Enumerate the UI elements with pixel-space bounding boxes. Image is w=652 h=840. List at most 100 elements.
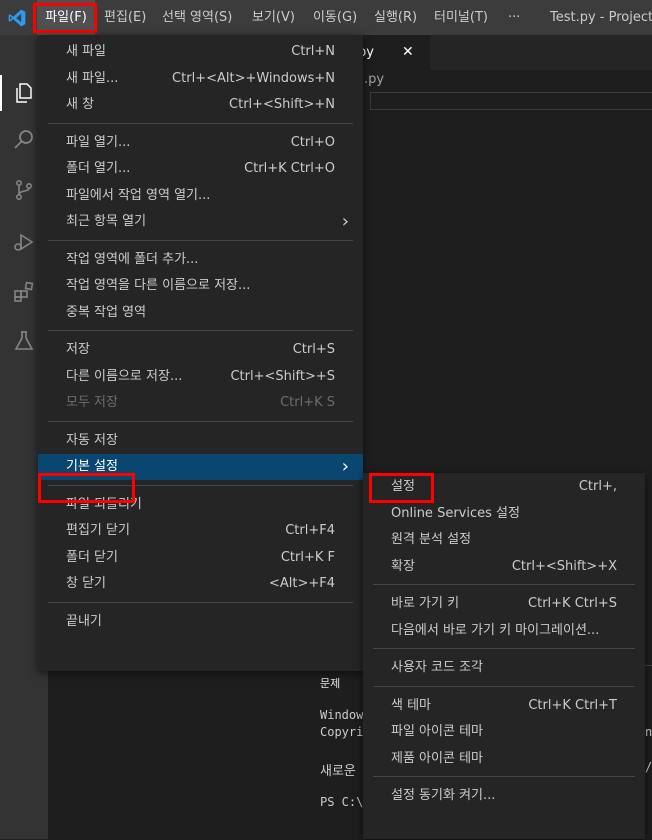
menu-item[interactable]: 편집기 닫기 Ctrl+F4 bbox=[38, 518, 363, 544]
menu-item[interactable]: 모두 저장 Ctrl+K S bbox=[38, 390, 363, 416]
menu-item-label: 자동 저장 bbox=[66, 432, 118, 448]
terminal-line-fragment: /a bbox=[645, 760, 652, 774]
preferences-submenu: 설정 Ctrl+, Online Services 설정원격 분석 설정확장 Ctrl… bbox=[363, 473, 645, 839]
menu-item-label: 사용자 코드 조각 bbox=[391, 660, 483, 675]
menu-item-label: 작업 영역에 폴더 추가... bbox=[66, 251, 199, 267]
terminal-line: PS C:\ bbox=[320, 795, 364, 809]
menu-item[interactable]: 새 파일... Ctrl+<Alt>+Windows+N bbox=[38, 66, 363, 92]
menu-item-shortcut: Ctrl+<Shift>+X bbox=[511, 558, 617, 574]
menu-separator bbox=[48, 420, 353, 422]
menu-item-label: Online Services 설정 bbox=[391, 505, 520, 521]
menu-item-shortcut: Ctrl+F4 bbox=[285, 523, 335, 538]
menu-item-shortcut: Ctrl+<Shift>+N bbox=[229, 97, 335, 112]
menu-terminal[interactable]: 터미널(T) bbox=[434, 0, 488, 35]
menu-go[interactable]: 이동(G) bbox=[313, 0, 357, 35]
terminal-line: Window bbox=[320, 708, 364, 722]
menu-item[interactable]: 제품 아이콘 테마 bbox=[363, 746, 645, 772]
menu-item-shortcut: Ctrl+S bbox=[292, 342, 335, 357]
menu-item[interactable]: 폴더 닫기 Ctrl+K F bbox=[38, 545, 363, 571]
menu-item[interactable]: 다른 이름으로 저장... Ctrl+<Shift>+S bbox=[38, 364, 363, 390]
source-control-icon[interactable] bbox=[12, 178, 36, 202]
menu-item[interactable]: 파일에서 작업 영역 열기... bbox=[38, 183, 363, 209]
menu-separator bbox=[373, 685, 635, 687]
menu-item[interactable]: 기본 설정 › bbox=[38, 454, 363, 480]
menu-separator bbox=[373, 584, 635, 585]
menu-item[interactable]: 중복 작업 영역 bbox=[38, 300, 363, 326]
panel-tab-problems[interactable]: 문제 bbox=[320, 675, 340, 691]
menu-item-label: 다른 이름으로 저장... bbox=[66, 368, 183, 384]
menu-item-label: 다음에서 바로 가기 키 마이그레이션... bbox=[391, 622, 600, 638]
menu-run[interactable]: 실행(R) bbox=[374, 0, 417, 35]
menu-item-label: 끝내기 bbox=[66, 613, 102, 629]
search-icon[interactable] bbox=[12, 128, 36, 152]
menu-edit[interactable]: 편집(E) bbox=[104, 0, 146, 35]
menu-item-label: 확장 bbox=[391, 558, 415, 574]
chevron-right-icon: › bbox=[341, 456, 349, 477]
vscode-logo-icon bbox=[8, 9, 26, 27]
activity-active-indicator bbox=[0, 75, 2, 111]
menu-item[interactable]: 자동 저장 bbox=[38, 428, 363, 454]
menu-item[interactable]: 사용자 코드 조각 bbox=[363, 655, 645, 681]
menu-item-label: 새 파일... bbox=[66, 70, 119, 86]
menu-item[interactable]: 색 테마 Ctrl+K Ctrl+T bbox=[363, 693, 645, 719]
menu-item[interactable]: 원격 분석 설정 bbox=[363, 527, 645, 553]
menu-item[interactable]: 확장 Ctrl+<Shift>+X bbox=[363, 554, 645, 580]
menu-item-shortcut: Ctrl+K Ctrl+S bbox=[528, 596, 617, 611]
breadcrumb[interactable]: .py bbox=[364, 72, 384, 87]
menu-item-shortcut: <Alt>+F4 bbox=[268, 576, 335, 591]
menu-item[interactable]: 다음에서 바로 가기 키 마이그레이션... bbox=[363, 618, 645, 644]
menu-item-label: 새 창 bbox=[66, 97, 95, 112]
extensions-icon[interactable] bbox=[12, 280, 36, 304]
menu-item-label: 작업 영역을 다른 이름으로 저장... bbox=[66, 278, 251, 293]
menu-more[interactable]: ··· bbox=[508, 0, 520, 35]
menu-item-shortcut: Ctrl+K F bbox=[280, 549, 335, 565]
menu-item-label: 제품 아이콘 테마 bbox=[391, 750, 483, 766]
explorer-icon[interactable] bbox=[12, 81, 36, 105]
menu-item[interactable]: 창 닫기 <Alt>+F4 bbox=[38, 571, 363, 597]
testing-flask-icon[interactable] bbox=[12, 329, 36, 353]
menu-bar: 파일(F) 편집(E) 선택 영역(S) 보기(V) 이동(G) 실행(R) 터… bbox=[0, 0, 652, 35]
menu-item-label: 바로 가기 키 bbox=[391, 596, 460, 611]
menu-item-label: 창 닫기 bbox=[66, 576, 107, 591]
menu-item-label: 원격 분석 설정 bbox=[391, 532, 472, 547]
menu-item[interactable]: 파일 되돌리기 bbox=[38, 492, 363, 518]
menu-item[interactable]: 새 파일 Ctrl+N bbox=[38, 39, 363, 65]
menu-separator bbox=[48, 239, 353, 241]
menu-item[interactable]: 최근 항목 열기 › bbox=[38, 209, 363, 235]
close-icon[interactable]: ✕ bbox=[402, 35, 414, 70]
menu-separator bbox=[48, 330, 353, 331]
menu-item[interactable]: 작업 영역에 폴더 추가... bbox=[38, 247, 363, 273]
menu-view[interactable]: 보기(V) bbox=[252, 0, 295, 35]
menu-item[interactable]: 설정 Ctrl+, bbox=[363, 474, 645, 500]
menu-item-label: 파일 되돌리기 bbox=[66, 496, 142, 512]
run-debug-icon[interactable] bbox=[12, 230, 36, 254]
menu-item[interactable]: 작업 영역을 다른 이름으로 저장... bbox=[38, 273, 363, 299]
menu-item-shortcut: Ctrl+K Ctrl+T bbox=[528, 697, 617, 713]
menu-item[interactable]: 파일 열기... Ctrl+O bbox=[38, 130, 363, 156]
menu-separator bbox=[373, 776, 635, 777]
terminal-line: 새로운 bbox=[320, 764, 356, 779]
menu-item-shortcut: Ctrl+O bbox=[290, 134, 335, 150]
menu-item-label: 새 파일 bbox=[66, 44, 107, 59]
menu-file[interactable]: 파일(F) bbox=[37, 0, 95, 35]
menu-item[interactable]: 설정 동기화 켜기... bbox=[363, 783, 645, 809]
menu-item-label: 폴더 닫기 bbox=[66, 549, 118, 565]
menu-item[interactable]: 저장 Ctrl+S bbox=[38, 337, 363, 363]
menu-item[interactable]: 바로 가기 키 Ctrl+K Ctrl+S bbox=[363, 591, 645, 617]
menu-item[interactable]: Online Services 설정 bbox=[363, 501, 645, 527]
menu-selection[interactable]: 선택 영역(S) bbox=[162, 0, 232, 35]
menu-item-label: 기본 설정 bbox=[66, 459, 118, 474]
menu-item-label: 저장 bbox=[66, 342, 90, 357]
file-menu-dropdown: 새 파일 Ctrl+N 새 파일... Ctrl+<Alt>+Windows+N 새 창… bbox=[38, 35, 363, 671]
chevron-right-icon: › bbox=[341, 211, 349, 232]
menu-item[interactable]: 폴더 열기... Ctrl+K Ctrl+O bbox=[38, 156, 363, 182]
menu-item[interactable]: 끝내기 bbox=[38, 609, 363, 635]
menu-item-label: 파일 아이콘 테마 bbox=[391, 724, 483, 739]
menu-item-shortcut: Ctrl+K Ctrl+O bbox=[244, 161, 335, 176]
window-title: Test.py - ProjectLic bbox=[550, 10, 652, 25]
menu-item[interactable]: 새 창 Ctrl+<Shift>+N bbox=[38, 92, 363, 118]
menu-separator bbox=[48, 122, 353, 124]
menu-item-label: 최근 항목 열기 bbox=[66, 214, 147, 229]
menu-item[interactable]: 파일 아이콘 테마 bbox=[363, 719, 645, 745]
menu-separator bbox=[373, 648, 635, 649]
